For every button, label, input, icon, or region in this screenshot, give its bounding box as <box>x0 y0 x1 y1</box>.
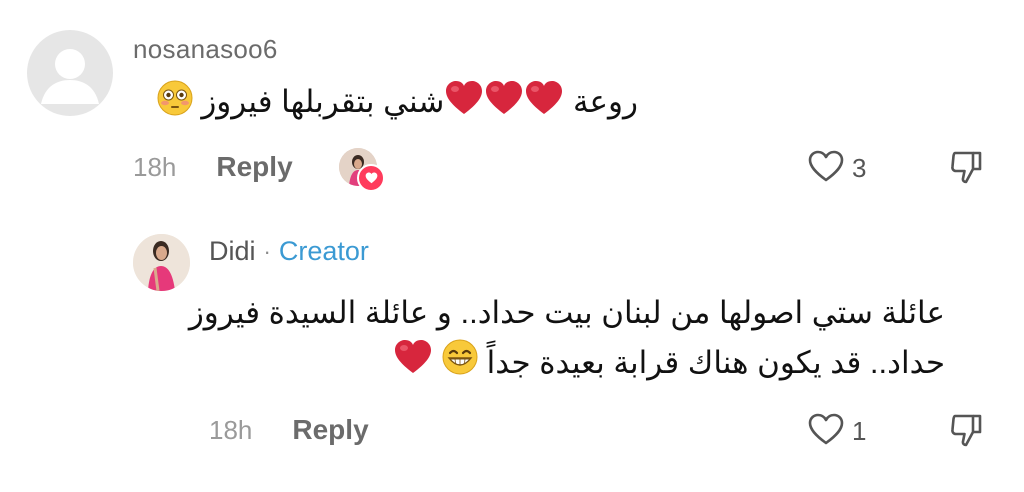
red-heart-emoji <box>444 80 484 128</box>
reply-like-button[interactable]: 1 <box>806 411 866 452</box>
heart-badge-icon <box>357 164 385 192</box>
heart-outline-icon <box>806 148 846 189</box>
reply-username[interactable]: Didi <box>209 236 256 267</box>
reply-text-line-2-text: حداد.. قد يكون هناك قرابة بعيدة جداً <box>478 345 945 380</box>
reply-text-line-2: حداد.. قد يكون هناك قرابة بعيدة جداً <box>185 338 945 390</box>
comment-actions: 18h Reply <box>133 147 293 187</box>
comment-text-prefix: روعة <box>564 84 638 120</box>
creator-avatar[interactable] <box>133 234 190 291</box>
comment-like-button[interactable]: 3 <box>806 148 866 189</box>
creator-liked-avatar <box>339 148 385 192</box>
comments-panel: nosanasoo6 روعة شني بتقربلها فيروز 18h R… <box>0 0 1024 492</box>
comment-text: روعة شني بتقربلها فيروز <box>157 80 638 128</box>
comment-timestamp: 18h <box>133 151 177 182</box>
reply-reply-button[interactable]: Reply <box>292 414 368 446</box>
reply-timestamp: 18h <box>209 414 253 445</box>
flushed-face-emoji <box>157 80 193 128</box>
reply-text: عائلة ستي اصولها من لبنان بيت حداد.. و ع… <box>185 288 945 390</box>
grinning-face-emoji <box>442 339 478 390</box>
comment-text-suffix: شني بتقربلها فيروز <box>192 84 445 120</box>
comment-like-count: 3 <box>852 153 867 183</box>
dislike-icon[interactable] <box>946 147 986 192</box>
reply-text-line-1: عائلة ستي اصولها من لبنان بيت حداد.. و ع… <box>188 295 945 330</box>
red-heart-emoji <box>524 80 564 128</box>
red-heart-emoji <box>393 339 433 390</box>
red-heart-emoji <box>484 80 524 128</box>
default-avatar-icon[interactable] <box>27 30 113 116</box>
reply-header: Didi · Creator <box>209 236 369 267</box>
reply-like-count: 1 <box>852 416 867 446</box>
comment-username[interactable]: nosanasoo6 <box>133 34 278 65</box>
heart-outline-icon <box>806 411 846 452</box>
creator-badge: Creator <box>278 236 369 266</box>
reply-actions: 18h Reply <box>209 410 369 450</box>
reply-button[interactable]: Reply <box>216 151 292 183</box>
dislike-icon[interactable] <box>946 410 986 455</box>
header-separator: · <box>263 238 271 264</box>
